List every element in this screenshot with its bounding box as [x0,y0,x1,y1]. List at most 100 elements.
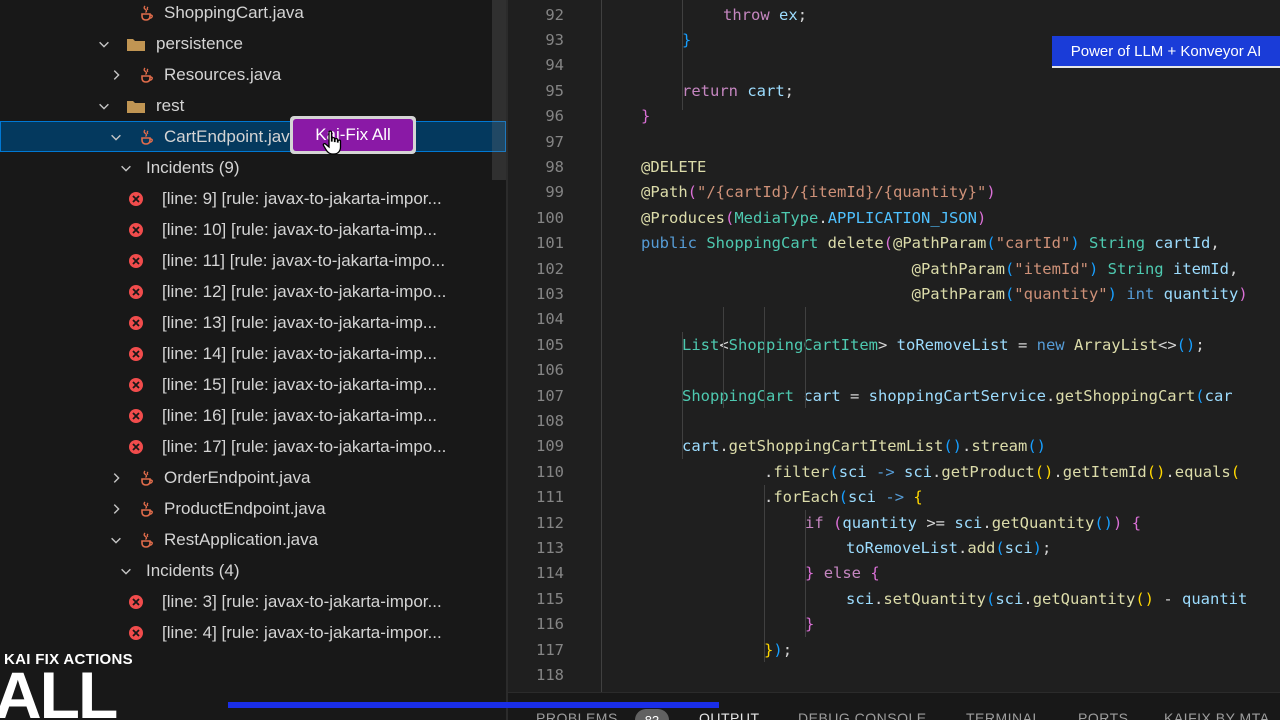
line-number: 100 [536,208,564,227]
chevron-right-icon[interactable] [108,67,124,83]
line-number: 101 [536,234,564,253]
incident-item[interactable]: [line: 4] [rule: javax-to-jakarta-impor.… [0,617,506,648]
video-progress-bar[interactable] [228,702,1280,708]
line-number: 108 [536,411,564,430]
code-line[interactable]: 112 if (quantity >= sci.getQuantity()) { [508,510,1280,535]
panel-tab-problems[interactable]: PROBLEMS [536,710,618,720]
code-text: cart.getShoppingCartItemList().stream() [682,437,1046,456]
file-item-selected[interactable]: CartEndpoint.java [0,121,506,152]
code-line[interactable]: 117}); [508,637,1280,662]
line-number: 94 [545,56,564,75]
incident-item[interactable]: [line: 17] [rule: javax-to-jakarta-impo.… [0,431,506,462]
incident-item[interactable]: [line: 15] [rule: javax-to-jakarta-imp..… [0,369,506,400]
panel-tab-kaifix-by-mta[interactable]: KAIFIX BY MTA [1164,710,1270,720]
chevron-down-icon[interactable] [118,160,134,176]
code-line[interactable]: 108 [508,408,1280,433]
error-icon [129,625,143,640]
error-icon [129,222,143,237]
incident-item[interactable]: [line: 16] [rule: javax-to-jakarta-imp..… [0,400,506,431]
incidents-group[interactable]: Incidents (4) [0,555,506,586]
java-file-icon [141,5,153,21]
chevron-down-icon[interactable] [96,98,112,114]
code-line[interactable]: 92 throw ex; [508,2,1280,27]
line-number: 109 [536,437,564,456]
code-text: .forEach(sci -> { [764,488,923,507]
panel-tab-terminal[interactable]: TERMINAL [966,710,1041,720]
file-item[interactable]: RestApplication.java [0,524,506,555]
kai-fix-all-popup[interactable]: Kai-Fix All [290,116,416,154]
indent-guide [805,510,806,637]
code-text: @PathParam("itemId") String itemId, [911,259,1239,278]
file-item[interactable]: ShoppingCart.java [0,0,506,28]
tree-item-label: Resources.java [164,64,282,84]
code-editor[interactable]: 92 throw ex; 93} 94 95 return cart; 96} 97 98 @DE… [508,0,1280,692]
indent-guide [682,332,683,460]
panel-tab-output[interactable]: OUTPUT [699,710,760,720]
code-line[interactable]: 100 @Produces(MediaType.APPLICATION_JSON) [508,205,1280,230]
code-line[interactable]: 110 .filter(sci -> sci.getProduct().getIt… [508,459,1280,484]
code-line[interactable]: 98 @DELETE [508,154,1280,179]
code-line[interactable]: 99 @Path("/{cartId}/{itemId}/{quantity}") [508,180,1280,205]
code-line[interactable]: 102 @PathParam("itemId") String itemId, [508,256,1280,281]
incident-item[interactable]: [line: 9] [rule: javax-to-jakarta-impor.… [0,183,506,214]
incident-item[interactable]: [line: 11] [rule: javax-to-jakarta-impo.… [0,245,506,276]
code-line[interactable]: 103 @PathParam("quantity") int quantity) [508,281,1280,306]
explorer-sidebar: ShoppingCart.java persistence Resources.ja… [0,0,506,720]
incident-item[interactable]: [line: 14] [rule: javax-to-jakarta-imp..… [0,338,506,369]
chevron-down-icon[interactable] [108,129,124,145]
error-icon [129,594,143,609]
chevron-down-icon[interactable] [108,532,124,548]
video-progress-fill [228,702,720,708]
chevron-down-icon[interactable] [118,563,134,579]
code-line[interactable]: 109 cart.getShoppingCartItemList().stream… [508,434,1280,459]
line-number: 99 [545,183,564,202]
chevron-down-icon[interactable] [96,36,112,52]
incident-item[interactable]: [line: 13] [rule: javax-to-jakarta-imp..… [0,307,506,338]
code-line[interactable]: 95 return cart; [508,78,1280,103]
code-line[interactable]: 118 [508,662,1280,687]
error-icon [129,408,143,423]
code-text: @DELETE [641,157,707,176]
code-line[interactable]: 104 [508,307,1280,332]
line-number: 112 [536,513,564,532]
incident-item[interactable]: [line: 12] [rule: javax-to-jakarta-impo.… [0,276,506,307]
code-line[interactable]: 107 ShoppingCart cart = shoppingCartServi… [508,383,1280,408]
java-file-icon [141,129,153,145]
file-item[interactable]: Resources.java [0,59,506,90]
incident-item[interactable]: [line: 3] [rule: javax-to-jakarta-impor.… [0,586,506,617]
incident-label: [line: 13] [rule: javax-to-jakarta-imp..… [162,312,437,332]
incident-label: [line: 17] [rule: javax-to-jakarta-impo.… [162,436,447,456]
code-text: } else { [805,564,880,583]
incident-item[interactable]: [line: 10] [rule: javax-to-jakarta-imp..… [0,214,506,245]
code-line[interactable]: 116} [508,612,1280,637]
chevron-right-icon[interactable] [108,470,124,486]
tree-item-label: persistence [156,33,243,53]
code-line[interactable]: 113 toRemoveList.add(sci); [508,535,1280,560]
line-number: 111 [536,488,564,507]
code-line[interactable]: 114} else { [508,561,1280,586]
java-file-icon [141,67,153,83]
error-icon [129,315,143,330]
code-line[interactable]: 97 [508,129,1280,154]
hand-cursor-icon [322,130,342,155]
folder-item[interactable]: persistence [0,28,506,59]
sidebar-scrollbar[interactable] [492,0,506,180]
code-text: } [805,615,815,634]
line-number: 92 [545,5,564,24]
file-item[interactable]: ProductEndpoint.java [0,493,506,524]
code-line[interactable]: 106 [508,358,1280,383]
code-line[interactable]: 115 sci.setQuantity(sci.getQuantity() - q… [508,586,1280,611]
line-number: 97 [545,132,564,151]
panel-tab-debug-console[interactable]: DEBUG CONSOLE [798,710,927,720]
file-item[interactable]: OrderEndpoint.java [0,462,506,493]
line-number: 117 [536,640,564,659]
code-line[interactable]: 111 .forEach(sci -> { [508,485,1280,510]
kai-fix-all-button[interactable]: Kai-Fix All [293,119,413,151]
code-line[interactable]: 96} [508,104,1280,129]
incidents-group[interactable]: Incidents (9) [0,152,506,183]
panel-tab-ports[interactable]: PORTS [1078,710,1128,720]
code-line[interactable]: 105 List<ShoppingCartItem> toRemoveList =… [508,332,1280,357]
code-line[interactable]: 101 public ShoppingCart delete(@PathParam… [508,231,1280,256]
folder-item[interactable]: rest [0,90,506,121]
chevron-right-icon[interactable] [108,501,124,517]
